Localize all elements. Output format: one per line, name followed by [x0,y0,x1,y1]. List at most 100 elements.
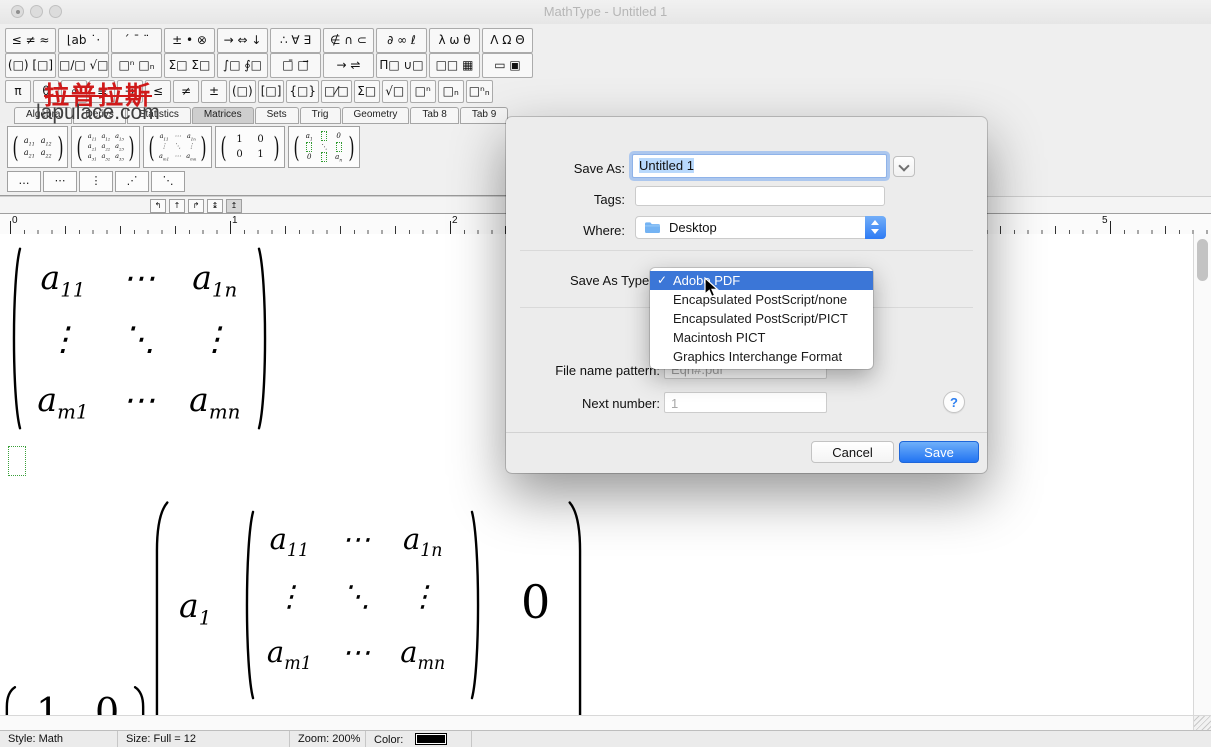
symbol-palette-button[interactable]: → ⇔ ↓ [217,28,268,53]
tab-stop-button[interactable]: ↰ [150,199,166,213]
small-bar-button[interactable]: □ₙ [438,80,464,103]
template-palette-button[interactable]: (□) [□] [5,53,56,78]
template-2x2-button[interactable]: ( a11a12a21a22 ) [7,126,68,168]
where-popup[interactable]: Desktop [635,216,886,239]
where-value: Desktop [669,220,717,235]
tags-input[interactable] [635,186,885,206]
small-bar-button[interactable]: □ⁿ [410,80,436,103]
tab-stop-button[interactable]: ↱ [188,199,204,213]
cancel-button[interactable]: Cancel [811,441,894,463]
symbol-palette-button[interactable]: ´ ¯ ¨ [111,28,162,53]
down-arrow-icon [871,229,879,234]
menu-item-macintosh-pict[interactable]: Macintosh PICT [650,328,873,347]
next-number-input[interactable]: 1 [664,392,827,413]
small-bar-button[interactable]: π [5,80,31,103]
ruler-number: 2 [452,215,458,226]
paren-open: ( [12,131,18,164]
template-palette-button[interactable]: □ⁿ □ₙ [111,53,162,78]
matrices-panel: ( a11a12a21a22 ) ( a11a12a13a21a22a23a31… [0,123,511,196]
symbol-palette-button[interactable]: ± • ⊗ [164,28,215,53]
insertion-slot [8,446,26,476]
tab-trig[interactable]: Trig [300,107,341,124]
template-palette-button[interactable]: □∕□ √□ [58,53,109,78]
save-button[interactable]: Save [899,441,979,463]
small-bar-button[interactable]: Σ□ [354,80,380,103]
symbol-palette-button[interactable]: ∴ ∀ ∃ [270,28,321,53]
dots-template-button[interactable]: ⋰ [115,171,149,192]
matrix-preview-mxn: a11⋯a1n⋮⋱⋮am1⋯amn [157,132,198,161]
mouse-cursor-icon [703,277,719,304]
tab-matrices[interactable]: Matrices [192,107,254,124]
tab-stop-button[interactable]: ↑ [169,199,185,213]
symbol-palette-button[interactable]: Λ Ω Θ [482,28,533,53]
title-bar: MathType - Untitled 1 [0,0,1211,25]
small-bar-button[interactable]: [□] [258,80,285,103]
menu-item-label: Graphics Interchange Format [673,349,842,364]
tab-stop-buttons: ↰↑↱↨↥ [150,199,242,213]
symbol-palette-button[interactable]: ≤ ≠ ≈ [5,28,56,53]
symbol-palette-button[interactable]: ⌊ab ˙· [58,28,109,53]
template-mxn-button[interactable]: ( a11⋯a1n⋮⋱⋮am1⋯amn ) [143,126,212,168]
menu-item-eps-pict[interactable]: Encapsulated PostScript/PICT [650,309,873,328]
tab-8[interactable]: Tab 8 [410,107,458,124]
matrix-preview-diagonal: a10⋱0an [302,131,346,163]
template-diagonal-button[interactable]: ( a10⋱0an ) [288,126,360,168]
menu-item-eps-none[interactable]: Encapsulated PostScript/none [650,290,873,309]
status-zoom: Zoom: 200% [290,731,366,747]
filename-input[interactable]: Untitled 1 [632,154,887,178]
template-palette-button[interactable]: □□ ▦ [429,53,480,78]
dots-template-button[interactable]: ⋱ [151,171,185,192]
tab-stop-button[interactable]: ↥ [226,199,242,213]
inner-left-paren [239,508,256,702]
template-palette-button[interactable]: □̄ □⃗ [270,53,321,78]
save-type-menu: ✓ Adobe PDF Encapsulated PostScript/none… [650,268,873,369]
status-size: Size: Full = 12 [118,731,290,747]
dots-template-button[interactable]: ⋮ [79,171,113,192]
expand-button[interactable] [893,156,915,177]
tab-geometry[interactable]: Geometry [342,107,410,124]
symbol-palette-button[interactable]: ∉ ∩ ⊂ [323,28,374,53]
separator [520,250,973,251]
equation-matrix-2: a1 a11⋯a1n⋮⋱⋮am1⋯amn 0 [150,495,590,715]
template-identity-button[interactable]: ( 1001 ) [215,126,285,168]
resize-grip[interactable] [1193,715,1211,730]
template-palette-button[interactable]: Σ□ Σ□ [164,53,215,78]
popup-stepper[interactable] [865,216,886,239]
separator [506,432,987,433]
menu-item-gif[interactable]: Graphics Interchange Format [650,347,873,366]
symbol-palette-button[interactable]: λ ω θ [429,28,480,53]
small-bar-button[interactable]: (□) [229,80,256,103]
tab-sets[interactable]: Sets [255,107,299,124]
outer-left-paren [152,499,170,715]
tab-9[interactable]: Tab 9 [460,107,508,124]
menu-item-adobe-pdf[interactable]: ✓ Adobe PDF [650,271,873,290]
left-paren [3,686,17,715]
tab-stop-button[interactable]: ↨ [207,199,223,213]
small-bar-button[interactable]: ≠ [173,80,199,103]
equation-matrix-1: a11⋯a1n⋮⋱⋮am1⋯amn [5,245,275,433]
dots-template-button[interactable]: ⋯ [43,171,77,192]
checkmark-icon: ✓ [657,271,667,290]
symbol-palette-button[interactable]: ∂ ∞ ℓ [376,28,427,53]
vertical-scrollbar-thumb[interactable] [1197,239,1208,281]
template-3x3-button[interactable]: ( a11a12a13a21a22a23a31a32a33 ) [71,126,140,168]
template-palette-button[interactable]: ▭ ▣ [482,53,533,78]
small-bar-button[interactable]: {□} [286,80,319,103]
matrix-preview-identity: 1001 [229,132,271,162]
template-palette-button[interactable]: ∫□ ∮□ [217,53,268,78]
template-palette-button[interactable]: → ⇌ [323,53,374,78]
paren-close: ) [273,131,279,164]
small-bar-button[interactable]: √□ [382,80,408,103]
save-as-type-label: Save As Type [570,273,649,288]
palette-row-2: (□) [□]□∕□ √□□ⁿ □ₙΣ□ Σ□∫□ ∮□□̄ □⃗→ ⇌Π□ ∪… [5,53,533,78]
dots-template-button[interactable]: … [7,171,41,192]
menu-item-label: Encapsulated PostScript/none [673,292,847,307]
horizontal-scrollbar[interactable] [0,715,1193,730]
template-palette-button[interactable]: Π□ ∪□ [376,53,427,78]
help-button[interactable]: ? [943,391,965,413]
color-swatch[interactable] [415,733,447,745]
small-bar-button[interactable]: □ⁿₙ [466,80,493,103]
small-bar-button[interactable]: ± [201,80,227,103]
small-bar-button[interactable]: □⁄□ [321,80,352,103]
vertical-scrollbar[interactable] [1193,234,1211,715]
